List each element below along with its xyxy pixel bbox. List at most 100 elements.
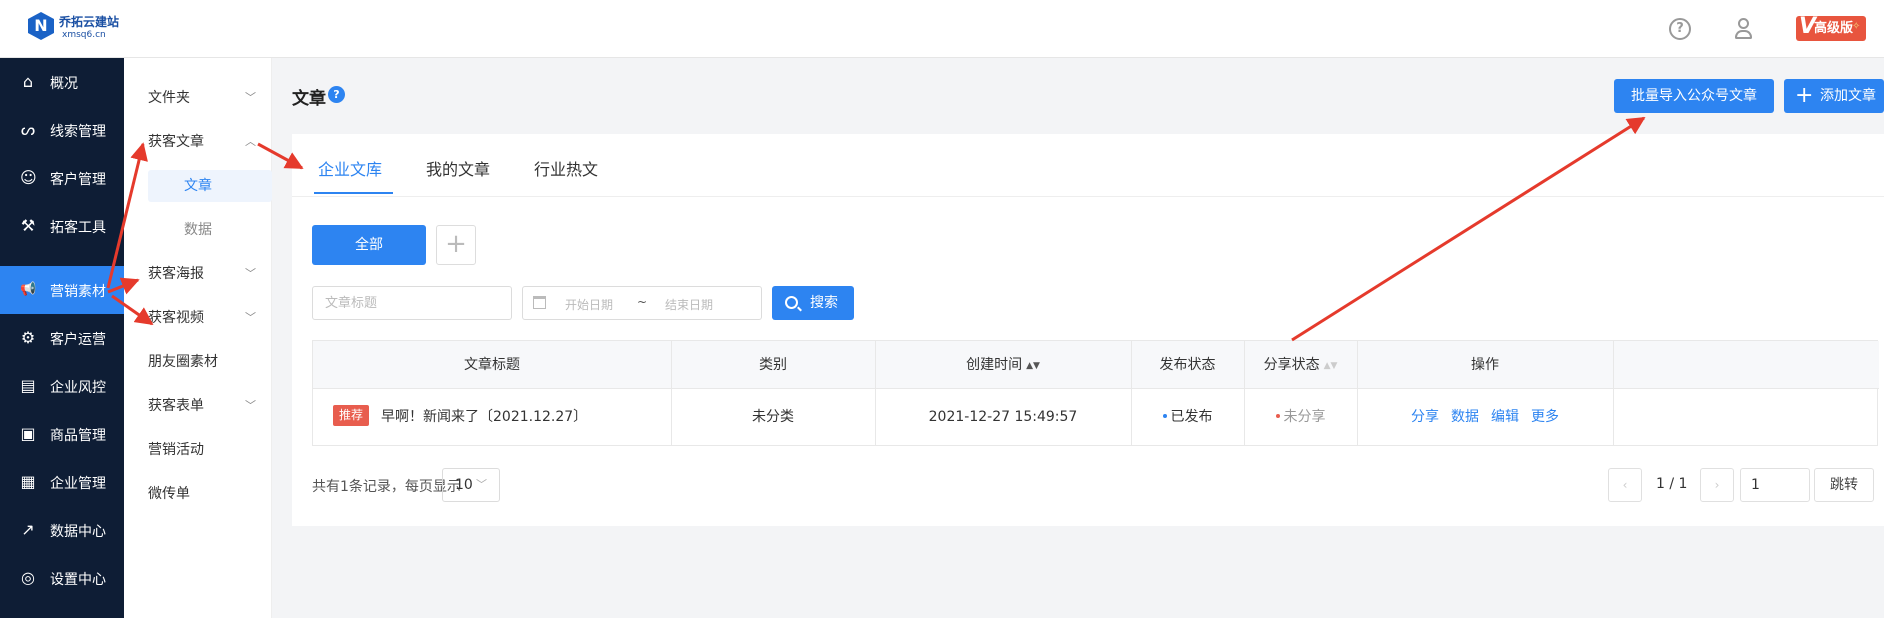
edit-action[interactable]: 编辑: [1491, 389, 1519, 446]
more-action[interactable]: 更多: [1531, 389, 1559, 446]
sidebar-item-label: 线索管理: [50, 124, 106, 140]
subnav-label: 获客视频: [148, 310, 204, 326]
total-records-text: 共有1条记录，每页显示: [312, 479, 461, 495]
subnav-articles[interactable]: 文章: [148, 170, 272, 202]
sidebar-item-overview[interactable]: ⌂ 概况: [0, 58, 124, 106]
sidebar-item-prospecting-tools[interactable]: ⚒ 拓客工具: [0, 202, 124, 250]
actions-cell: 分享 数据 编辑 更多: [1357, 389, 1613, 446]
subnav-forms[interactable]: 获客表单 ﹀: [148, 390, 260, 422]
subnav-moments-materials[interactable]: 朋友圈素材: [148, 346, 260, 378]
plus-icon: +: [1795, 83, 1814, 108]
sidebar-item-settings[interactable]: ◎ 设置中心: [0, 554, 124, 602]
publish-status-text: 已发布: [1170, 409, 1213, 425]
sort-icon[interactable]: ▲▼: [1026, 342, 1040, 390]
products-icon: ▣: [20, 424, 36, 443]
table-header: 文章标题 类别 创建时间 ▲▼ 发布状态 分享状态 ▲▼ 操作: [313, 341, 1879, 389]
subnav-videos[interactable]: 获客视频 ﹀: [148, 302, 260, 334]
column-header-label: 分享状态: [1263, 357, 1320, 373]
tab-industry-hot[interactable]: 行业热文: [534, 156, 598, 180]
chart-icon: ↗: [21, 520, 35, 539]
sort-icon[interactable]: ▲▼: [1324, 342, 1338, 390]
subnav-label: 文件夹: [148, 90, 190, 106]
category-all-button[interactable]: 全部: [312, 225, 426, 265]
brand-logo-icon[interactable]: N: [28, 12, 54, 40]
column-header-category: 类别: [759, 357, 787, 373]
subnav-flyers[interactable]: 微传单: [148, 478, 260, 510]
chevron-down-icon: ﹀: [245, 311, 256, 324]
share-action[interactable]: 分享: [1411, 389, 1439, 446]
date-range-picker[interactable]: 开始日期 ~ 结束日期: [522, 286, 762, 320]
main-sidebar: ⌂ 概况 ᔕ 线索管理 ☺ 客户管理 ⚒ 拓客工具 📢 营销素材 ⚙ 客户运营 ▤ 企业风控 …: [0, 58, 124, 618]
sidebar-item-enterprise[interactable]: ▦ 企业管理: [0, 458, 124, 506]
sidebar-item-label: 客户运营: [50, 332, 106, 348]
column-header-title: 文章标题: [464, 357, 520, 373]
column-header-created[interactable]: 创建时间 ▲▼: [875, 341, 1131, 389]
sidebar-item-risk-control[interactable]: ▤ 企业风控: [0, 362, 124, 410]
sidebar-item-customers[interactable]: ☺ 客户管理: [0, 154, 124, 202]
article-title-cell[interactable]: 早啊！新闻来了〔2021.12.27〕: [381, 389, 587, 446]
recommend-tag: 推荐: [333, 405, 370, 426]
subnav-campaigns[interactable]: 营销活动: [148, 434, 260, 466]
leads-icon: ᔕ: [20, 120, 36, 139]
sidebar-item-marketing-materials[interactable]: 📢 营销素材: [0, 266, 124, 314]
sidebar-item-label: 营销素材: [50, 284, 106, 300]
sidebar-item-customer-operations[interactable]: ⚙ 客户运营: [0, 314, 124, 362]
subnav-data[interactable]: 数据: [148, 214, 272, 246]
subnav-folders[interactable]: 文件夹 ﹀: [148, 82, 260, 114]
sidebar-item-label: 拓客工具: [50, 220, 106, 236]
search-button[interactable]: 搜索: [772, 286, 854, 320]
help-icon[interactable]: ?: [1669, 18, 1691, 40]
chevron-down-icon: ﹀: [245, 267, 256, 280]
sidebar-item-products[interactable]: ▣ 商品管理: [0, 410, 124, 458]
user-icon-body: [1735, 30, 1752, 39]
share-status-text: 未分享: [1283, 409, 1326, 425]
sidebar-item-label: 企业风控: [50, 380, 106, 396]
add-category-button[interactable]: +: [436, 225, 476, 265]
publish-status-cell: 已发布: [1131, 389, 1244, 446]
status-dot-icon: [1275, 414, 1280, 418]
column-header-label: 创建时间: [966, 357, 1023, 373]
sidebar-item-label: 设置中心: [50, 572, 106, 588]
subnav-posters[interactable]: 获客海报 ﹀: [148, 258, 260, 290]
sidebar-item-leads[interactable]: ᔕ 线索管理: [0, 106, 124, 154]
end-date-field[interactable]: 结束日期: [665, 296, 713, 313]
subnav-label: 获客海报: [148, 266, 204, 282]
share-status-cell: 未分享: [1244, 389, 1357, 446]
search-label: 搜索: [810, 295, 838, 311]
chevron-down-icon: ﹀: [245, 91, 256, 104]
page-size-select[interactable]: 10 ﹀: [442, 468, 500, 502]
sidebar-item-label: 概况: [50, 76, 78, 92]
search-icon: [785, 296, 798, 309]
add-article-button[interactable]: + 添加文章: [1784, 79, 1884, 113]
bulk-import-wechat-button[interactable]: 批量导入公众号文章: [1614, 79, 1774, 113]
prev-page-button[interactable]: ‹: [1608, 468, 1642, 502]
column-header-share-status[interactable]: 分享状态 ▲▼: [1244, 341, 1357, 389]
start-date-field[interactable]: 开始日期: [565, 296, 613, 313]
brand-name: 乔拓云建站: [59, 15, 120, 29]
brand-domain: xmsq6.cn: [62, 30, 106, 40]
user-icon[interactable]: [1733, 18, 1755, 40]
sidebar-item-data-center[interactable]: ↗ 数据中心: [0, 506, 124, 554]
jump-button[interactable]: 跳转: [1814, 468, 1874, 502]
megaphone-icon: 📢: [20, 282, 37, 297]
active-tab-indicator: [314, 192, 393, 194]
tab-my-articles[interactable]: 我的文章: [426, 156, 490, 180]
sidebar-item-label: 商品管理: [50, 428, 106, 444]
top-header: N 乔拓云建站 xmsq6.cn ? V 高级版 ✧: [0, 0, 1884, 58]
sidebar-item-label: 数据中心: [50, 524, 106, 540]
articles-table: 文章标题 类别 创建时间 ▲▼ 发布状态 分享状态 ▲▼ 操作 推荐 早啊！新闻来了…: [312, 340, 1879, 446]
chevron-up-icon: ︿: [245, 135, 256, 148]
table-row: 推荐 早啊！新闻来了〔2021.12.27〕: [313, 389, 671, 446]
sparkle-icon: ✧: [1852, 21, 1861, 32]
calendar-icon: [533, 296, 546, 309]
jump-page-input[interactable]: 1: [1740, 468, 1810, 502]
vip-badge[interactable]: V 高级版 ✧: [1796, 16, 1866, 41]
data-action[interactable]: 数据: [1451, 389, 1479, 446]
article-title-input[interactable]: [312, 286, 512, 320]
next-page-button[interactable]: ›: [1700, 468, 1734, 502]
page-size-value: 10: [455, 477, 473, 493]
subnav-acquisition-articles[interactable]: 获客文章 ︿: [148, 126, 260, 158]
tab-enterprise-library[interactable]: 企业文库: [318, 156, 382, 180]
status-dot-icon: [1162, 414, 1167, 418]
help-icon[interactable]: ?: [328, 86, 345, 103]
